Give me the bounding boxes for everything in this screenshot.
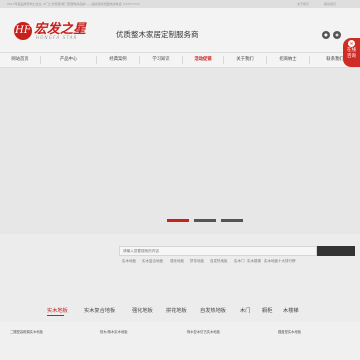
tab-wooden-stairs[interactable]: 木楼梯 xyxy=(283,307,299,314)
hot-keyword[interactable]: 实木地板 xyxy=(122,259,136,264)
hot-keyword[interactable]: 自发热地板 xyxy=(210,259,228,264)
product-card[interactable] xyxy=(90,322,178,360)
online-consult-tab[interactable]: ✉ 在线 咨询 xyxy=(343,38,360,67)
product-card[interactable] xyxy=(0,322,88,360)
slider-dot[interactable] xyxy=(194,219,216,222)
tab-parquet-floor[interactable]: 拼花地板 xyxy=(166,307,187,314)
product-title[interactable]: 二棚型高耐磨实木地板 xyxy=(10,329,43,334)
slider-dot[interactable] xyxy=(221,219,243,222)
hot-keyword[interactable]: 实木地板十大排行榜 xyxy=(264,259,296,264)
product-title[interactable]: 圆盘型实木地板 xyxy=(278,329,301,334)
tab-composite-floor[interactable]: 实木复合地板 xyxy=(84,307,115,314)
product-title[interactable]: 橡木复木仿古实木地板 xyxy=(187,329,220,334)
consult-label-1: 在线 xyxy=(347,48,356,53)
search-input[interactable] xyxy=(119,246,317,256)
nav-home[interactable]: 网站首页 xyxy=(0,53,40,67)
top-links: 关于我们 联系我们 xyxy=(283,0,336,8)
tab-wooden-door[interactable]: 木门 xyxy=(240,307,250,314)
hot-keyword[interactable]: 实木门 xyxy=(234,259,245,264)
nav-knowledge[interactable]: 学习知识 xyxy=(140,53,182,67)
top-notice: 2017年度品牌影响力企业, 4门上市家居/厦门家居电商品牌——品牌招商加盟热线… xyxy=(7,2,140,6)
hot-keyword[interactable]: 拼花地板 xyxy=(190,259,204,264)
chat-icon: ✉ xyxy=(348,40,355,47)
hot-keyword[interactable]: 实木楼梯 xyxy=(247,259,261,264)
product-card[interactable] xyxy=(180,322,268,360)
tab-laminate-floor[interactable]: 强化地板 xyxy=(132,307,153,314)
tab-cabinet[interactable]: 橱柜 xyxy=(262,307,272,314)
top-bar: 2017年度品牌影响力企业, 4门上市家居/厦门家居电商品牌——品牌招商加盟热线… xyxy=(0,0,360,8)
wechat-icon[interactable]: ● xyxy=(322,31,330,39)
consult-label-2: 咨询 xyxy=(347,54,356,59)
active-tab-indicator xyxy=(47,315,64,316)
product-title[interactable]: 柏木/橡木实木地板 xyxy=(100,329,128,334)
about-us-link[interactable]: 关于我们 xyxy=(297,2,309,6)
slider-dot-active[interactable] xyxy=(167,219,189,222)
tab-solid-wood-floor[interactable]: 实木地板 xyxy=(47,307,68,314)
hot-keyword[interactable]: 实木复合地板 xyxy=(142,259,163,264)
nav-franchise[interactable]: 招商纳士 xyxy=(267,53,309,67)
site-header: HF 宏发之星 HONGFA STAR 优质整木家居定制服务商 ● ◉ xyxy=(0,8,360,52)
logo-subtext: HONGFA STAR xyxy=(36,35,78,40)
weibo-icon[interactable]: ◉ xyxy=(333,31,341,39)
contact-us-link[interactable]: 联系我们 xyxy=(324,2,336,6)
hot-keyword[interactable]: 强化地板 xyxy=(170,259,184,264)
banner-slider xyxy=(0,68,360,234)
slogan: 优质整木家居定制服务商 xyxy=(116,30,199,39)
logo-mark-icon[interactable]: HF xyxy=(14,22,32,40)
product-card[interactable] xyxy=(270,322,358,360)
tab-heated-floor[interactable]: 自发热地板 xyxy=(200,307,226,314)
nav-promotions[interactable]: 活动促销 xyxy=(183,53,223,67)
nav-about[interactable]: 关于我们 xyxy=(224,53,266,67)
main-nav: 网站首页 产品中心 经典案例 学习知识 活动促销 关于我们 招商纳士 联系我们 xyxy=(0,52,360,68)
nav-products[interactable]: 产品中心 xyxy=(41,53,96,67)
search-button[interactable] xyxy=(317,246,355,256)
search-section xyxy=(0,234,360,294)
nav-cases[interactable]: 经典案例 xyxy=(97,53,139,67)
